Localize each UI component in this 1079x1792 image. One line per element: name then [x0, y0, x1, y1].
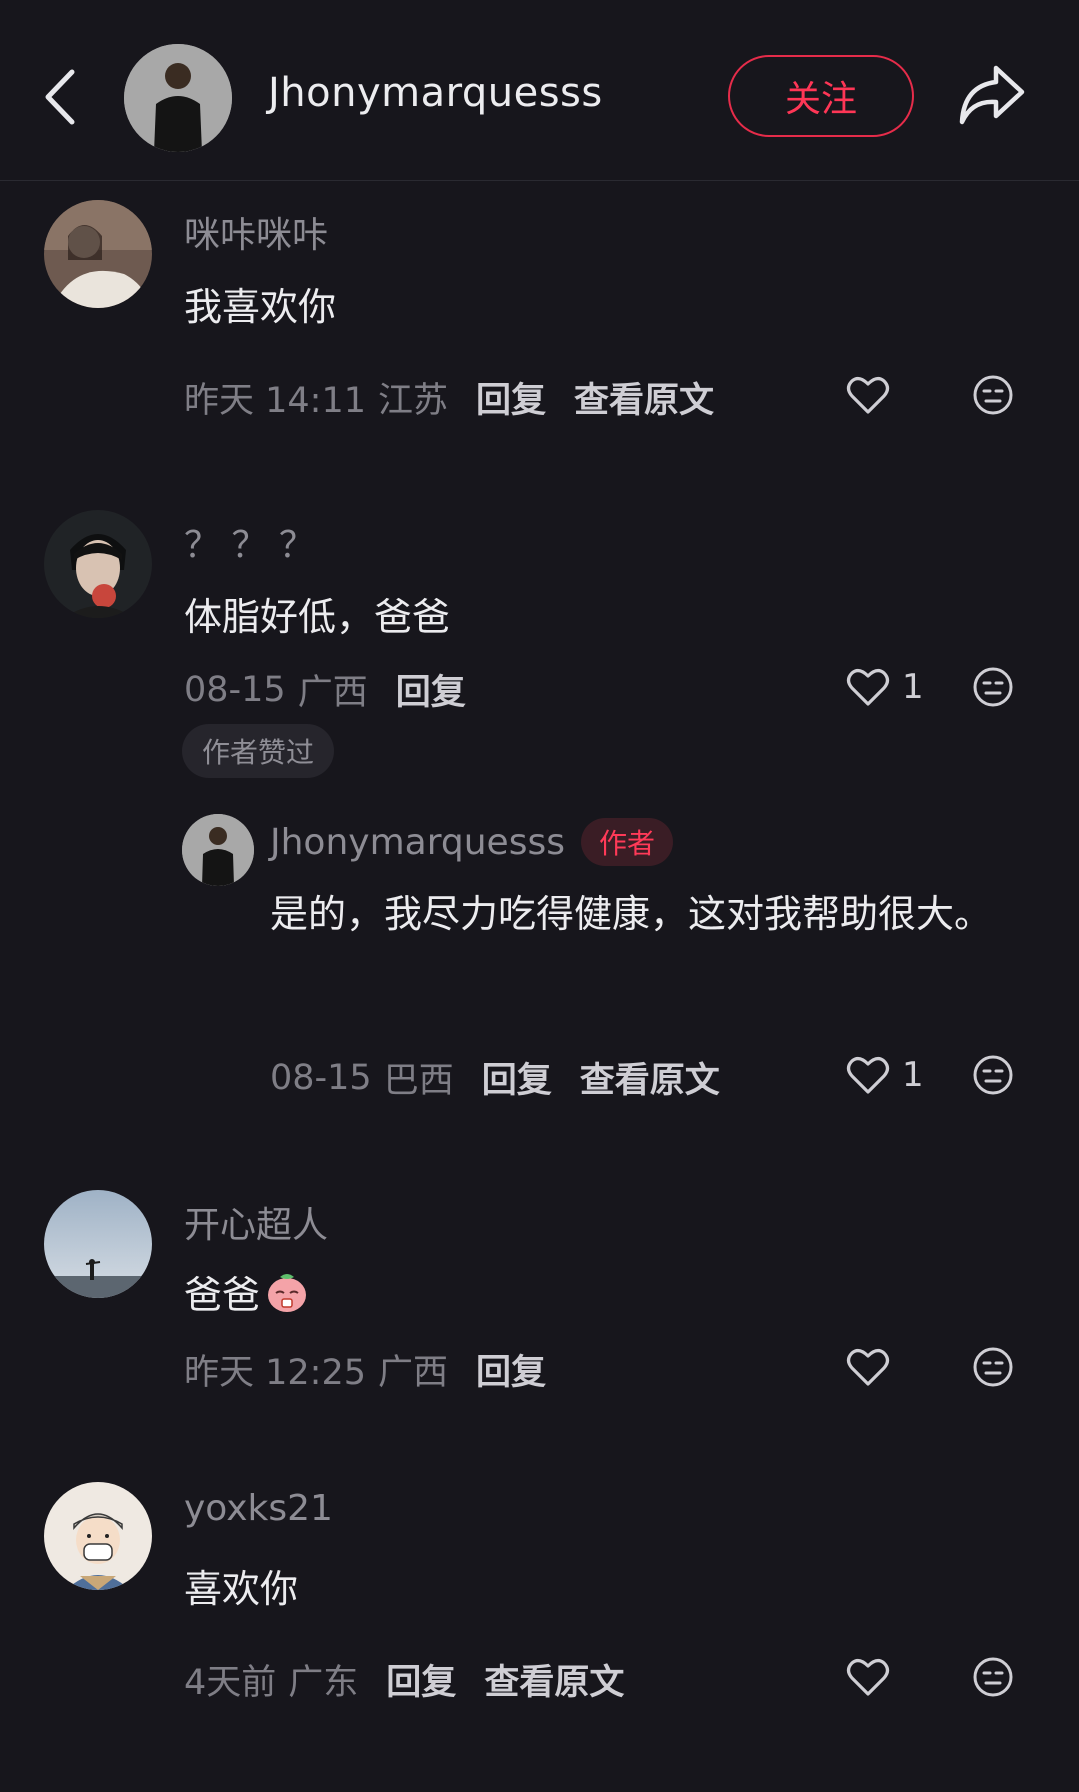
face-icon	[973, 1657, 1013, 1697]
reply-button[interactable]: 回复	[386, 1654, 456, 1705]
profile-username[interactable]: Jhonymarquesss	[268, 70, 603, 116]
share-button[interactable]	[956, 62, 1028, 128]
commenter-avatar[interactable]	[44, 510, 152, 618]
face-icon	[973, 667, 1013, 707]
comment-location: 广西	[297, 673, 368, 713]
reaction-button[interactable]	[972, 1054, 1014, 1096]
avatar-photo	[44, 1190, 152, 1298]
heart-icon	[846, 1659, 890, 1696]
comment-meta: 昨天 12:25 广西 回复	[184, 1344, 574, 1395]
comment-time: 昨天 12:25	[184, 1353, 366, 1393]
reaction-button[interactable]	[972, 1346, 1014, 1388]
comment-time: 昨天 14:11	[184, 381, 366, 421]
reply-button[interactable]: 回复	[476, 1344, 546, 1395]
heart-icon	[846, 669, 890, 706]
comment-meta: 4天前 广东 回复 查看原文	[184, 1654, 652, 1705]
reply-button[interactable]: 回复	[476, 372, 546, 423]
face-icon	[973, 1347, 1013, 1387]
author-tag: 作者	[580, 818, 673, 866]
comment-text: 爸爸	[184, 1264, 310, 1319]
like-button[interactable]: 1	[846, 664, 924, 710]
reaction-button[interactable]	[972, 666, 1014, 708]
reply-location: 巴西	[383, 1061, 454, 1101]
comment-time: 08-15	[184, 669, 286, 710]
reaction-button[interactable]	[972, 374, 1014, 416]
face-icon	[973, 375, 1013, 415]
commenter-avatar[interactable]	[44, 200, 152, 308]
comment-location: 广东	[288, 1663, 359, 1703]
commenter-name[interactable]: ？ ？ ？	[184, 516, 315, 568]
like-button[interactable]: 1	[846, 1052, 924, 1098]
reply-avatar[interactable]	[182, 814, 254, 886]
reply-button[interactable]: 回复	[396, 664, 466, 715]
heart-icon	[846, 377, 890, 414]
like-count: 1	[902, 667, 924, 707]
comment-meta: 昨天 14:11 江苏 回复 查看原文	[184, 372, 742, 423]
commenter-avatar[interactable]	[44, 1482, 152, 1590]
view-original-button[interactable]: 查看原文	[580, 1052, 720, 1103]
avatar-photo	[44, 510, 152, 618]
comment-text: 喜欢你	[184, 1567, 299, 1611]
avatar-photo	[44, 1482, 152, 1590]
reply-author-name[interactable]: Jhonymarquesss	[270, 822, 565, 863]
like-button[interactable]	[846, 1654, 890, 1700]
face-icon	[973, 1055, 1013, 1095]
back-button[interactable]	[38, 62, 84, 132]
avatar-photo	[124, 44, 232, 152]
like-button[interactable]	[846, 372, 890, 418]
reply-meta: 08-15 巴西 回复 查看原文	[270, 1052, 748, 1103]
peach-emoji-icon	[268, 1273, 307, 1312]
share-arrow-icon	[959, 65, 1025, 125]
heart-icon	[846, 1349, 890, 1386]
commenter-name[interactable]: 咪咔咪咔	[184, 206, 328, 258]
avatar-photo	[44, 200, 152, 308]
view-original-button[interactable]: 查看原文	[574, 372, 714, 423]
comment-location: 广西	[378, 1353, 449, 1393]
reply-username: Jhonymarquesss 作者	[270, 818, 673, 866]
view-original-button[interactable]: 查看原文	[484, 1654, 624, 1705]
avatar-photo	[182, 814, 254, 886]
comment-text: 我喜欢你	[184, 285, 337, 329]
reply-text: 是的，我尽力吃得健康，这对我帮助很大。	[270, 892, 993, 936]
follow-button[interactable]: 关注	[728, 55, 914, 137]
heart-icon	[846, 1057, 890, 1094]
chevron-left-icon	[45, 69, 75, 125]
comment-time: 4天前	[184, 1663, 277, 1703]
reply-time: 08-15	[270, 1057, 372, 1098]
commenter-avatar[interactable]	[44, 1190, 152, 1298]
comment-text-content: 爸爸	[184, 1273, 261, 1317]
commenter-name[interactable]: 开心超人	[184, 1196, 328, 1248]
like-count: 1	[902, 1055, 924, 1095]
reply-button[interactable]: 回复	[482, 1052, 552, 1103]
top-bar: Jhonymarquesss 关注	[0, 0, 1079, 181]
author-liked-badge: 作者赞过	[182, 724, 335, 778]
like-button[interactable]	[846, 1344, 890, 1390]
comment-location: 江苏	[378, 381, 449, 421]
reaction-button[interactable]	[972, 1656, 1014, 1698]
profile-avatar[interactable]	[124, 44, 232, 152]
comment-text: 体脂好低，爸爸	[184, 595, 451, 639]
comment-meta: 08-15 广西 回复	[184, 664, 494, 715]
commenter-name[interactable]: yoxks21	[184, 1488, 333, 1529]
